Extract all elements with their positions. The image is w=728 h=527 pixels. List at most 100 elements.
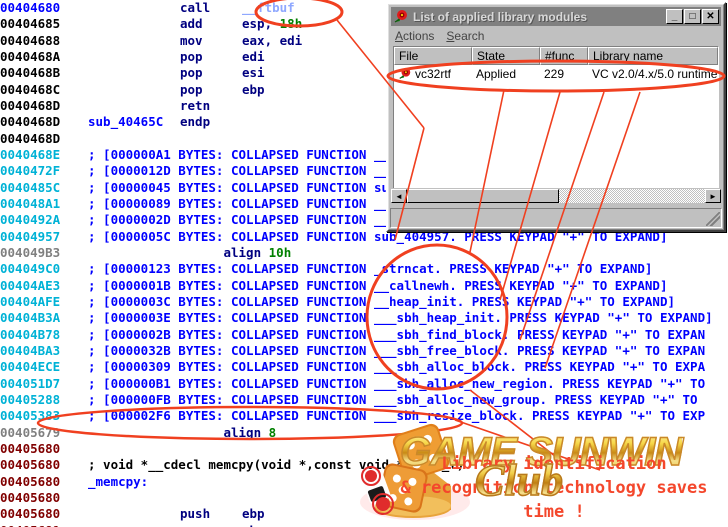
- collapsed-function-comment[interactable]: ; [0000032B BYTES: COLLAPSED FUNCTION __…: [88, 343, 705, 358]
- disasm-address: 00404AFE: [0, 293, 61, 309]
- collapsed-function-comment[interactable]: ; [000002F6 BYTES: COLLAPSED FUNCTION __…: [88, 408, 705, 423]
- dialog-title: List of applied library modules: [413, 9, 588, 24]
- collapsed-function-comment[interactable]: ; [000000FB BYTES: COLLAPSED FUNCTION __…: [88, 392, 705, 407]
- disasm-address: 00404685: [0, 16, 61, 32]
- column-header-func[interactable]: #func: [540, 47, 588, 65]
- disasm-address: 00405681: [0, 523, 88, 527]
- column-header-state[interactable]: State: [472, 47, 540, 65]
- horizontal-scrollbar[interactable]: ◄ ►: [390, 188, 722, 204]
- menu-item-search[interactable]: Search: [446, 29, 484, 43]
- library-modules-dialog[interactable]: List of applied library modules _ □ ✕ Ac…: [386, 2, 726, 232]
- disasm-symbol-name[interactable]: sub_40465C: [88, 114, 180, 130]
- collapsed-function-comment[interactable]: ; [0000003E BYTES: COLLAPSED FUNCTION __…: [88, 310, 713, 325]
- dialog-inner: List of applied library modules _ □ ✕ Ac…: [388, 4, 724, 230]
- cell-file: vc32rtf: [394, 67, 472, 81]
- disasm-line[interactable]: 00405679 align 8: [0, 425, 728, 441]
- disasm-line[interactable]: 00404B3A ; [0000003E BYTES: COLLAPSED FUN…: [0, 310, 728, 326]
- disasm-line[interactable]: 004051D7 ; [000000B1 BYTES: COLLAPSED FUN…: [0, 376, 728, 392]
- function-prototype-comment: ; void *__cdecl memcpy(void *,const void…: [88, 457, 465, 473]
- align-directive: align: [223, 424, 262, 440]
- collapsed-function-comment[interactable]: ; [00000309 BYTES: COLLAPSED FUNCTION __…: [88, 359, 705, 374]
- disasm-line[interactable]: 00405680: [0, 441, 728, 457]
- disasm-line[interactable]: 00405680 push ebp: [0, 506, 728, 522]
- scroll-right-button[interactable]: ►: [705, 189, 721, 203]
- disasm-line[interactable]: 00404B78 ; [0000002B BYTES: COLLAPSED FUN…: [0, 327, 728, 343]
- screenshot-root: 00404680 call __ftbuf 00404685 add esp, 18h 00…: [0, 0, 728, 527]
- disasm-address: 004049C0: [0, 261, 61, 277]
- disasm-address: 00405680: [0, 457, 61, 473]
- disasm-operand[interactable]: esi: [242, 65, 265, 80]
- modules-list[interactable]: File State #func Library name vc32rtf Ap…: [393, 46, 719, 198]
- disasm-address: 004051D7: [0, 375, 61, 391]
- disasm-line[interactable]: 00404ECE ; [00000309 BYTES: COLLAPSED FUN…: [0, 359, 728, 375]
- collapsed-function-comment[interactable]: ; [0000002B BYTES: COLLAPSED FUNCTION __…: [88, 327, 705, 342]
- disasm-mnemonic: mov: [180, 523, 242, 527]
- disasm-address: 00405680: [0, 489, 61, 505]
- disasm-address: 00404BA3: [0, 342, 61, 358]
- scroll-thumb[interactable]: [407, 189, 559, 203]
- disasm-address: 00404ECE: [0, 359, 61, 375]
- disasm-line[interactable]: 00405680 _memcpy:: [0, 474, 728, 490]
- column-header-library-name[interactable]: Library name: [588, 47, 718, 65]
- disasm-operand[interactable]: esp, 18h: [242, 16, 302, 31]
- disasm-line[interactable]: 00404BA3 ; [0000032B BYTES: COLLAPSED FUN…: [0, 343, 728, 359]
- disasm-mnemonic: push: [180, 506, 211, 522]
- column-header-file[interactable]: File: [394, 47, 472, 65]
- close-button[interactable]: ✕: [702, 9, 719, 24]
- disasm-line[interactable]: 004049B3 align 10h: [0, 245, 728, 261]
- scroll-left-button[interactable]: ◄: [391, 189, 407, 203]
- disasm-address: 00405288: [0, 391, 61, 407]
- disasm-address: 00404B3A: [0, 310, 61, 326]
- disasm-mnemonic: call: [180, 0, 211, 15]
- disasm-line[interactable]: 00405288 ; [000000FB BYTES: COLLAPSED FUN…: [0, 392, 728, 408]
- dialog-menubar[interactable]: Actions Search: [391, 26, 721, 45]
- disasm-line[interactable]: 00404AFE ; [0000003C BYTES: COLLAPSED FUN…: [0, 294, 728, 310]
- disasm-mnemonic: retn: [180, 97, 211, 113]
- disasm-address: 0040472F: [0, 163, 61, 179]
- rose-icon: [398, 67, 412, 81]
- collapsed-function-comment[interactable]: ; [000000B1 BYTES: COLLAPSED FUNCTION __…: [88, 376, 713, 391]
- scroll-track[interactable]: [407, 189, 705, 203]
- cell-library-name: VC v2.0/4.x/5.0 runtime: [592, 67, 718, 81]
- resize-grip-icon[interactable]: [706, 212, 720, 226]
- disasm-operand[interactable]: ebp: [242, 82, 265, 97]
- operand-immediate: 18h: [279, 16, 303, 32]
- disasm-line[interactable]: 004049C0 ; [00000123 BYTES: COLLAPSED FUN…: [0, 261, 728, 277]
- modules-list-header: File State #func Library name: [394, 47, 718, 65]
- disasm-address: 00404688: [0, 32, 61, 48]
- cell-state: Applied: [476, 67, 517, 81]
- disasm-address: 0040468D: [0, 97, 61, 113]
- disasm-address: 0040468D: [0, 114, 61, 130]
- disasm-address: 00404957: [0, 228, 61, 244]
- operand-register: esp,: [242, 16, 280, 32]
- menu-item-actions[interactable]: Actions: [395, 29, 434, 43]
- disasm-line[interactable]: 00405681 movebp, esp: [0, 523, 728, 527]
- disasm-address: 00405680: [0, 440, 61, 456]
- table-row[interactable]: vc32rtf Applied 229 VC v2.0/4.x/5.0 runt…: [394, 65, 718, 83]
- align-value: 10h: [268, 244, 292, 260]
- collapsed-function-comment[interactable]: ; [0000003C BYTES: COLLAPSED FUNCTION __…: [88, 294, 675, 309]
- disasm-mnemonic: add: [180, 16, 203, 32]
- collapsed-function-comment[interactable]: ; [00000123 BYTES: COLLAPSED FUNCTION _s…: [88, 261, 652, 276]
- disasm-line[interactable]: 00405383 ; [000002F6 BYTES: COLLAPSED FUN…: [0, 408, 728, 424]
- maximize-button[interactable]: □: [684, 9, 701, 24]
- minimize-button[interactable]: _: [666, 9, 683, 24]
- disasm-line[interactable]: 00405680: [0, 490, 728, 506]
- disasm-mnemonic: mov: [180, 32, 203, 48]
- disasm-operand[interactable]: __ftbuf: [242, 0, 295, 15]
- cell-func-count: 229: [544, 67, 565, 81]
- disasm-operand[interactable]: eax, edi: [242, 33, 302, 48]
- align-value: 8: [268, 424, 277, 440]
- disasm-address: 00405679: [0, 424, 61, 440]
- disasm-address: 00405680: [0, 506, 61, 522]
- disasm-line[interactable]: 00404AE3 ; [0000001B BYTES: COLLAPSED FUN…: [0, 278, 728, 294]
- dialog-titlebar[interactable]: List of applied library modules _ □ ✕: [391, 7, 721, 26]
- function-label[interactable]: _memcpy:: [88, 474, 148, 489]
- disasm-address: 00404B78: [0, 326, 61, 342]
- disasm-operand[interactable]: ebp: [242, 506, 265, 521]
- disasm-operand[interactable]: edi: [242, 49, 265, 64]
- disasm-operand[interactable]: ebp, esp: [242, 523, 302, 527]
- disasm-line[interactable]: 00405680 ; void *__cdecl memcpy(void *,co…: [0, 457, 728, 473]
- collapsed-function-comment[interactable]: ; [0000001B BYTES: COLLAPSED FUNCTION __…: [88, 278, 667, 293]
